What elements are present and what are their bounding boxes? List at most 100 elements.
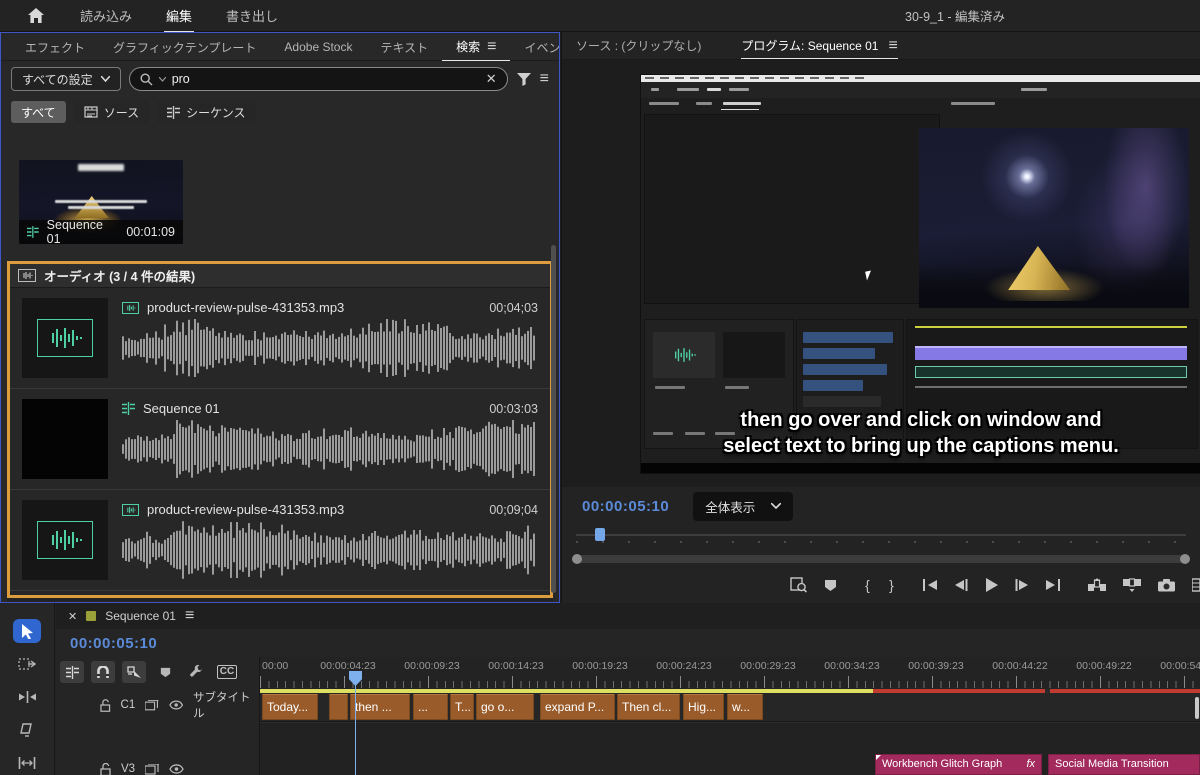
step-forward-icon[interactable] bbox=[1015, 575, 1028, 595]
timeline-settings-wrench-icon[interactable] bbox=[184, 661, 208, 683]
button-editor-icon[interactable] bbox=[1192, 575, 1200, 595]
program-timecode[interactable]: 00:00:05:10 bbox=[582, 498, 669, 515]
playhead-line[interactable] bbox=[355, 671, 356, 775]
nav-export[interactable]: 書き出し bbox=[224, 0, 280, 33]
snap-toggle[interactable] bbox=[91, 661, 115, 683]
panel-menu-icon[interactable]: ≡ bbox=[888, 38, 897, 54]
selection-tool[interactable] bbox=[13, 619, 41, 643]
track-lock-icon[interactable] bbox=[100, 699, 111, 712]
top-result-info-bar: Sequence 01 00:01:09 bbox=[19, 220, 183, 244]
linked-selection-toggle[interactable] bbox=[122, 661, 146, 683]
monitor-tabs: ソース : (クリップなし) プログラム: Sequence 01≡ bbox=[562, 32, 1200, 60]
caption-clip[interactable]: w... bbox=[727, 694, 763, 720]
program-mini-timeline[interactable] bbox=[562, 525, 1200, 551]
panel-menu-icon[interactable]: ≡ bbox=[487, 39, 496, 55]
search-input[interactable] bbox=[172, 72, 480, 86]
tab-graphic-templates[interactable]: グラフィックテンプレート bbox=[99, 33, 270, 61]
tab-search[interactable]: 検索≡ bbox=[442, 32, 510, 61]
caption-track-channel[interactable]: C1 bbox=[121, 699, 136, 711]
audio-result-row[interactable]: product-review-pulse-431353.mp3 00;04;03 bbox=[10, 288, 550, 389]
caption-clip[interactable]: expand P... bbox=[540, 694, 615, 720]
track-target-icon[interactable] bbox=[145, 764, 159, 775]
audio-waveform-preview[interactable] bbox=[122, 319, 538, 377]
top-result-card[interactable]: Sequence 01 00:01:09 bbox=[19, 160, 183, 244]
caption-clip[interactable]: go o... bbox=[476, 694, 534, 720]
audio-waveform-preview[interactable] bbox=[122, 521, 538, 579]
audio-waveform-preview[interactable] bbox=[122, 420, 538, 478]
go-to-in-icon[interactable] bbox=[922, 575, 938, 595]
add-marker-icon[interactable] bbox=[153, 661, 177, 683]
search-panel-menu-icon[interactable]: ≡ bbox=[540, 71, 549, 87]
timeline-timecode[interactable]: 00:00:05:10 bbox=[70, 635, 157, 652]
audio-result-row[interactable]: Sequence 01 00:03:03 bbox=[10, 389, 550, 490]
timeline-vertical-scrollbar[interactable] bbox=[1195, 697, 1199, 719]
filter-source-button[interactable]: ソース bbox=[74, 101, 149, 123]
track-target-icon[interactable] bbox=[145, 700, 158, 711]
slip-tool[interactable] bbox=[13, 751, 41, 775]
search-scope-dropdown[interactable]: すべての設定 bbox=[11, 67, 121, 91]
tab-effects[interactable]: エフェクト bbox=[11, 33, 99, 61]
captions-cc-button[interactable]: CC bbox=[215, 661, 239, 683]
ripple-edit-tool[interactable] bbox=[13, 685, 41, 709]
caption-clip[interactable]: Today... bbox=[262, 694, 318, 720]
search-bar-row: すべての設定 ✕ ≡ bbox=[1, 61, 559, 97]
timeline-menu-icon[interactable]: ≡ bbox=[185, 608, 194, 624]
scrollbar-right-handle[interactable] bbox=[1180, 554, 1190, 564]
caption-clip[interactable]: ... bbox=[413, 694, 448, 720]
video-clip[interactable]: Social Media Transition bbox=[1048, 754, 1200, 775]
filter-all-button[interactable]: すべて bbox=[11, 101, 66, 123]
left-panel-scrollbar[interactable] bbox=[551, 245, 556, 593]
caption-clip[interactable]: Hig... bbox=[683, 694, 724, 720]
mini-playhead[interactable] bbox=[595, 528, 605, 541]
caption-clip[interactable]: T... bbox=[450, 694, 474, 720]
track-lock-icon[interactable] bbox=[100, 763, 111, 775]
caption-clip[interactable] bbox=[329, 694, 348, 720]
filter-sequence-button[interactable]: シーケンス bbox=[157, 101, 255, 123]
go-to-out-icon[interactable] bbox=[1045, 575, 1061, 595]
close-sequence-icon[interactable]: ✕ bbox=[68, 610, 77, 623]
comparison-view-icon[interactable] bbox=[790, 575, 807, 595]
thumbnail-logo-blur bbox=[78, 164, 124, 171]
step-back-icon[interactable] bbox=[955, 575, 968, 595]
play-icon[interactable] bbox=[985, 575, 998, 595]
v3-track-channel[interactable]: V3 bbox=[121, 763, 135, 775]
home-icon[interactable] bbox=[28, 8, 44, 23]
caption-track-label[interactable]: サブタイトル bbox=[193, 689, 259, 721]
track-visibility-eye-icon[interactable] bbox=[169, 764, 184, 774]
tab-source-monitor[interactable]: ソース : (クリップなし) bbox=[576, 37, 701, 54]
timeline-ruler[interactable]: 00:00 00:00:04:23 00:00:09:23 00:00:14:2… bbox=[260, 657, 1200, 689]
filter-funnel-icon[interactable] bbox=[516, 72, 532, 87]
lift-icon[interactable] bbox=[1088, 575, 1106, 595]
mark-in-icon[interactable]: { bbox=[864, 575, 871, 595]
scrollbar-left-handle[interactable] bbox=[572, 554, 582, 564]
audio-results-header[interactable]: オーディオ (3 / 4 件の結果) bbox=[10, 264, 550, 288]
scrollbar-track[interactable] bbox=[576, 555, 1186, 563]
razor-tool[interactable] bbox=[13, 718, 41, 742]
audio-waveform-icon bbox=[122, 504, 139, 516]
zoom-level-dropdown[interactable]: 全体表示 bbox=[693, 492, 793, 521]
caption-clip[interactable]: Then cl... bbox=[617, 694, 680, 720]
tab-events[interactable]: イベント bbox=[510, 33, 560, 61]
export-frame-icon[interactable] bbox=[1158, 575, 1175, 595]
source-clip-icon bbox=[84, 106, 98, 118]
sequence-tab-label[interactable]: Sequence 01 bbox=[105, 609, 176, 623]
clear-search-icon[interactable]: ✕ bbox=[486, 71, 497, 87]
video-frame[interactable]: then go over and click on window and sel… bbox=[641, 75, 1200, 473]
caption-clip[interactable]: then ... bbox=[350, 694, 410, 720]
track-visibility-eye-icon[interactable] bbox=[169, 700, 183, 710]
search-options-caret-icon[interactable] bbox=[159, 77, 166, 82]
nav-edit[interactable]: 編集 bbox=[164, 0, 194, 33]
video-clip[interactable]: Workbench Glitch Graph fx bbox=[875, 754, 1042, 775]
mark-out-icon[interactable]: } bbox=[888, 575, 895, 595]
insert-as-nest-toggle[interactable] bbox=[60, 661, 84, 683]
tab-adobe-stock[interactable]: Adobe Stock bbox=[270, 34, 366, 59]
program-zoom-scrollbar[interactable] bbox=[562, 551, 1200, 567]
tab-program-monitor[interactable]: プログラム: Sequence 01≡ bbox=[741, 37, 897, 59]
nav-import[interactable]: 読み込み bbox=[78, 0, 134, 33]
timeline-area: ✕ Sequence 01 ≡ 00:00:05:10 bbox=[0, 603, 1200, 775]
extract-icon[interactable] bbox=[1123, 575, 1141, 595]
track-select-forward-tool[interactable] bbox=[13, 652, 41, 676]
add-marker-icon[interactable] bbox=[824, 575, 837, 595]
audio-result-row[interactable]: product-review-pulse-431353.mp3 00;09;04 bbox=[10, 490, 550, 591]
tab-text[interactable]: テキスト bbox=[366, 33, 442, 61]
